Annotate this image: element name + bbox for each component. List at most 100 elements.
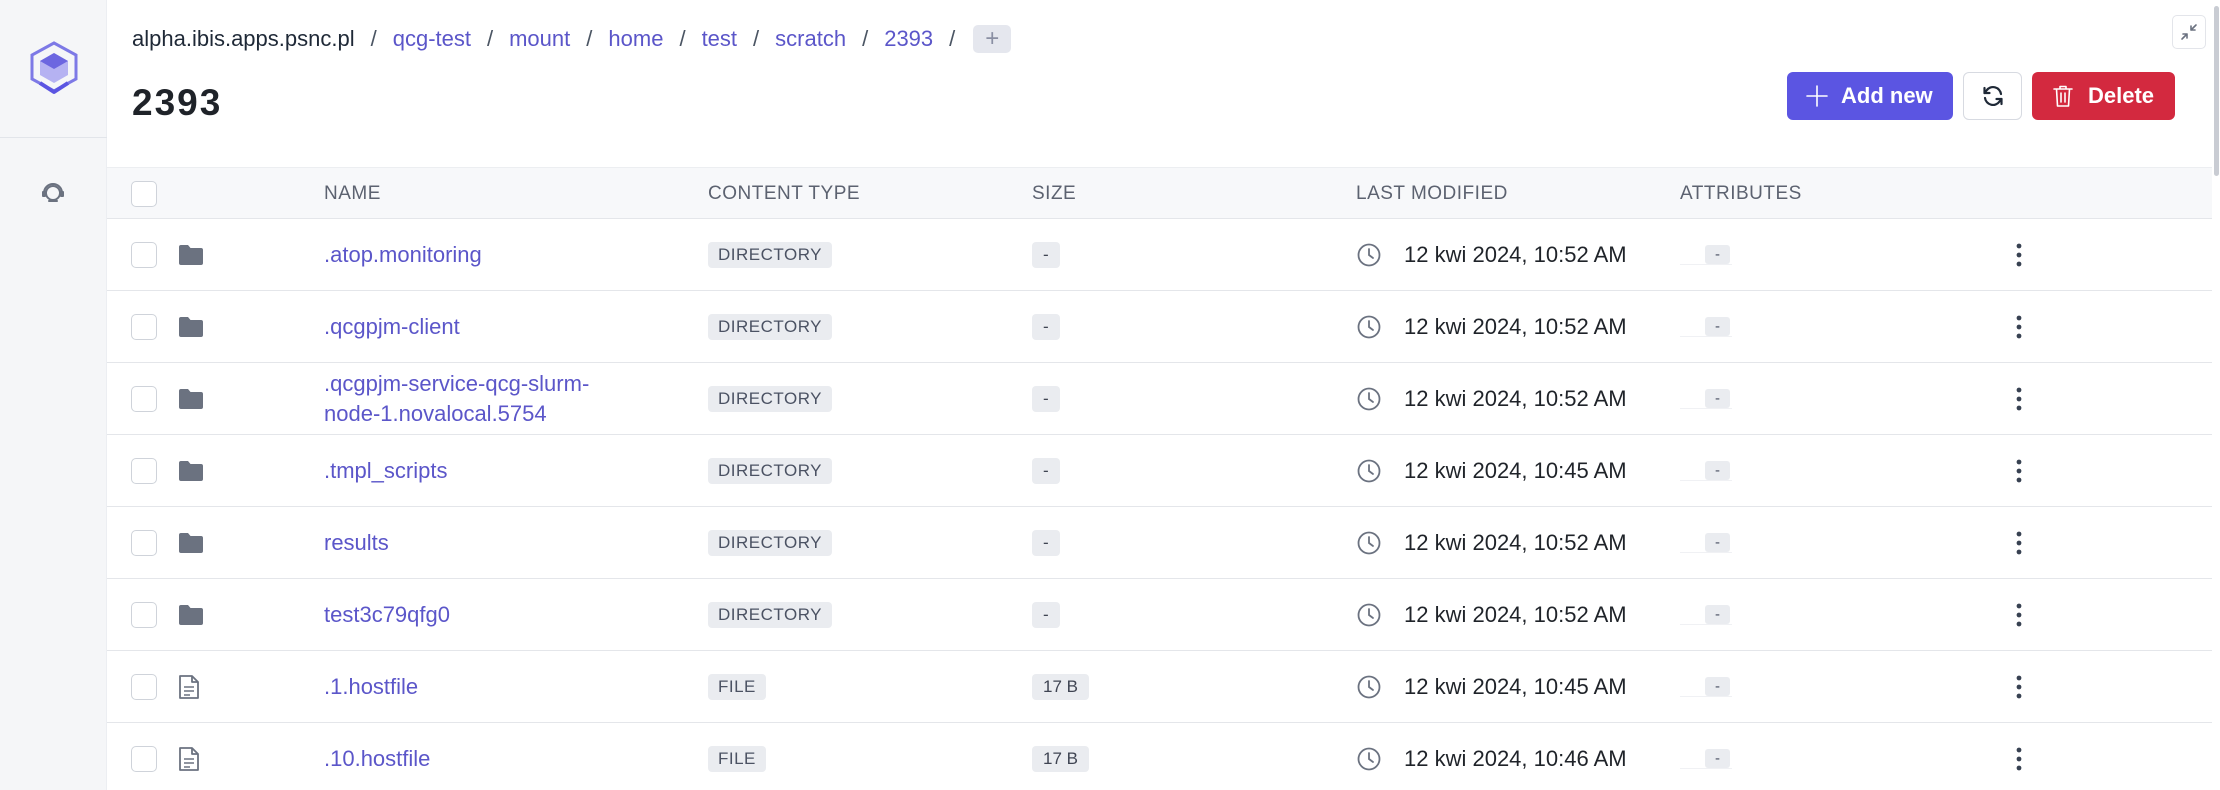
row-checkbox[interactable] bbox=[131, 673, 157, 700]
scrollbar-thumb[interactable] bbox=[2214, 6, 2219, 176]
row-menu-cell bbox=[2007, 363, 2031, 434]
table-row[interactable]: .qcgpjm-client DIRECTORY - 12 kwi 2024, … bbox=[107, 291, 2212, 363]
row-more-button[interactable] bbox=[2007, 307, 2031, 347]
select-all-checkbox[interactable] bbox=[131, 181, 157, 207]
page-title: 2393 bbox=[132, 82, 223, 123]
row-name-link[interactable]: .tmpl_scripts bbox=[324, 456, 447, 486]
row-attributes-cell: - bbox=[1680, 579, 1732, 650]
delete-label: Delete bbox=[2088, 83, 2155, 108]
attributes-badge: - bbox=[1705, 604, 1730, 624]
row-name-cell: .qcgpjm-client bbox=[324, 291, 684, 362]
table-row[interactable]: .tmpl_scripts DIRECTORY - 12 kwi 2024, 1… bbox=[107, 435, 2212, 507]
row-modified-cell: 12 kwi 2024, 10:52 AM bbox=[1356, 579, 1627, 650]
trash-icon bbox=[2053, 85, 2073, 107]
delete-button[interactable]: Delete bbox=[2032, 72, 2175, 120]
collapse-button[interactable] bbox=[2172, 15, 2206, 49]
table-row[interactable]: results DIRECTORY - 12 kwi 2024, 10:52 A… bbox=[107, 507, 2212, 579]
row-name-line: .1.hostfile bbox=[324, 673, 419, 699]
attributes-field: - bbox=[1680, 460, 1732, 481]
table-row[interactable]: .atop.monitoring DIRECTORY - 12 kwi 2024… bbox=[107, 219, 2212, 291]
more-vertical-icon bbox=[2016, 675, 2022, 698]
add-new-label: Add new bbox=[1841, 83, 1933, 108]
folder-icon bbox=[178, 507, 204, 578]
breadcrumb-separator: / bbox=[753, 26, 760, 51]
header-attributes[interactable]: ATTRIBUTES bbox=[1680, 168, 1802, 220]
more-vertical-icon bbox=[2016, 603, 2022, 626]
attributes-field: - bbox=[1680, 604, 1732, 625]
file-icon bbox=[178, 651, 200, 722]
content-type-badge: DIRECTORY bbox=[708, 313, 833, 340]
logo-icon bbox=[30, 40, 77, 94]
more-vertical-icon bbox=[2016, 315, 2022, 338]
header-size[interactable]: SIZE bbox=[1032, 168, 1076, 220]
header-content-type[interactable]: CONTENT TYPE bbox=[708, 168, 860, 220]
more-vertical-icon bbox=[2016, 459, 2022, 482]
app-logo[interactable] bbox=[0, 0, 107, 138]
row-checkbox[interactable] bbox=[131, 241, 157, 268]
row-name-link[interactable]: .1.hostfile bbox=[324, 672, 418, 702]
row-checkbox[interactable] bbox=[131, 601, 157, 628]
last-modified-text: 12 kwi 2024, 10:52 AM bbox=[1404, 385, 1627, 411]
table-row[interactable]: .1.hostfile FILE 17 B 12 kwi 2024, 10:45… bbox=[107, 651, 2212, 723]
breadcrumb-add-button[interactable]: + bbox=[973, 25, 1012, 53]
size-badge: - bbox=[1032, 529, 1060, 556]
add-new-button[interactable]: Add new bbox=[1787, 72, 1953, 120]
table-row[interactable]: .10.hostfile FILE 17 B 12 kwi 2024, 10:4… bbox=[107, 723, 2212, 790]
clock-icon bbox=[1357, 243, 1381, 266]
row-modified-cell: 12 kwi 2024, 10:52 AM bbox=[1356, 507, 1627, 578]
nav-support-icon[interactable] bbox=[38, 177, 68, 207]
row-name-link[interactable]: results bbox=[324, 528, 389, 558]
row-name-link[interactable]: test3c79qfg0 bbox=[324, 600, 450, 630]
content-type-badge: DIRECTORY bbox=[708, 385, 833, 412]
breadcrumb-mount[interactable]: mount bbox=[509, 26, 570, 52]
row-checkbox[interactable] bbox=[131, 529, 157, 556]
clock-icon bbox=[1357, 315, 1381, 338]
row-more-button[interactable] bbox=[2007, 667, 2031, 707]
row-more-button[interactable] bbox=[2007, 523, 2031, 563]
row-name-link[interactable]: .atop.monitoring bbox=[324, 240, 482, 270]
row-checkbox[interactable] bbox=[131, 457, 157, 484]
row-modified-cell: 12 kwi 2024, 10:45 AM bbox=[1356, 435, 1627, 506]
more-vertical-icon bbox=[2016, 387, 2022, 410]
row-select-cell bbox=[131, 291, 157, 362]
breadcrumb-host[interactable]: alpha.ibis.apps.psnc.pl bbox=[132, 26, 355, 52]
breadcrumb-test[interactable]: test bbox=[702, 26, 737, 52]
row-type-cell: FILE bbox=[708, 723, 766, 790]
row-checkbox[interactable] bbox=[131, 385, 157, 412]
row-more-button[interactable] bbox=[2007, 379, 2031, 419]
row-checkbox[interactable] bbox=[131, 313, 157, 340]
table-row[interactable]: .qcgpjm-service-qcg-slurm-node-1.novaloc… bbox=[107, 363, 2212, 435]
row-select-cell bbox=[131, 723, 157, 790]
row-menu-cell bbox=[2007, 723, 2031, 790]
row-name-line: .tmpl_scripts bbox=[324, 457, 448, 483]
attributes-badge: - bbox=[1705, 460, 1730, 480]
row-type-cell: DIRECTORY bbox=[708, 507, 833, 578]
row-modified-cell: 12 kwi 2024, 10:52 AM bbox=[1356, 291, 1627, 362]
breadcrumb-scratch[interactable]: scratch bbox=[775, 26, 846, 52]
breadcrumb: alpha.ibis.apps.psnc.pl / qcg-test / mou… bbox=[132, 22, 1012, 56]
last-modified-text: 12 kwi 2024, 10:52 AM bbox=[1404, 313, 1627, 339]
breadcrumb-2393[interactable]: 2393 bbox=[884, 26, 933, 52]
row-attributes-cell: - bbox=[1680, 219, 1732, 290]
row-size-cell: - bbox=[1032, 291, 1060, 362]
row-more-button[interactable] bbox=[2007, 235, 2031, 275]
size-badge: - bbox=[1032, 601, 1060, 628]
header-last-modified[interactable]: LAST MODIFIED bbox=[1356, 168, 1508, 220]
size-badge: 17 B bbox=[1032, 745, 1089, 772]
refresh-button[interactable] bbox=[1963, 72, 2022, 120]
row-checkbox[interactable] bbox=[131, 745, 157, 772]
scrollbar[interactable] bbox=[2212, 0, 2220, 790]
row-more-button[interactable] bbox=[2007, 739, 2031, 779]
header-name[interactable]: NAME bbox=[324, 168, 684, 220]
breadcrumb-home[interactable]: home bbox=[608, 26, 663, 52]
size-badge: - bbox=[1032, 313, 1060, 340]
row-more-button[interactable] bbox=[2007, 595, 2031, 635]
breadcrumb-qcg-test[interactable]: qcg-test bbox=[393, 26, 471, 52]
table-row[interactable]: test3c79qfg0 DIRECTORY - 12 kwi 2024, 10… bbox=[107, 579, 2212, 651]
row-more-button[interactable] bbox=[2007, 451, 2031, 491]
row-name-link[interactable]: .qcgpjm-client bbox=[324, 312, 460, 342]
row-size-cell: 17 B bbox=[1032, 651, 1089, 722]
row-name-link[interactable]: .qcgpjm-service-qcg-slurm-node-1.novaloc… bbox=[324, 369, 589, 429]
row-name-link[interactable]: .10.hostfile bbox=[324, 744, 430, 774]
attributes-field: - bbox=[1680, 316, 1732, 337]
